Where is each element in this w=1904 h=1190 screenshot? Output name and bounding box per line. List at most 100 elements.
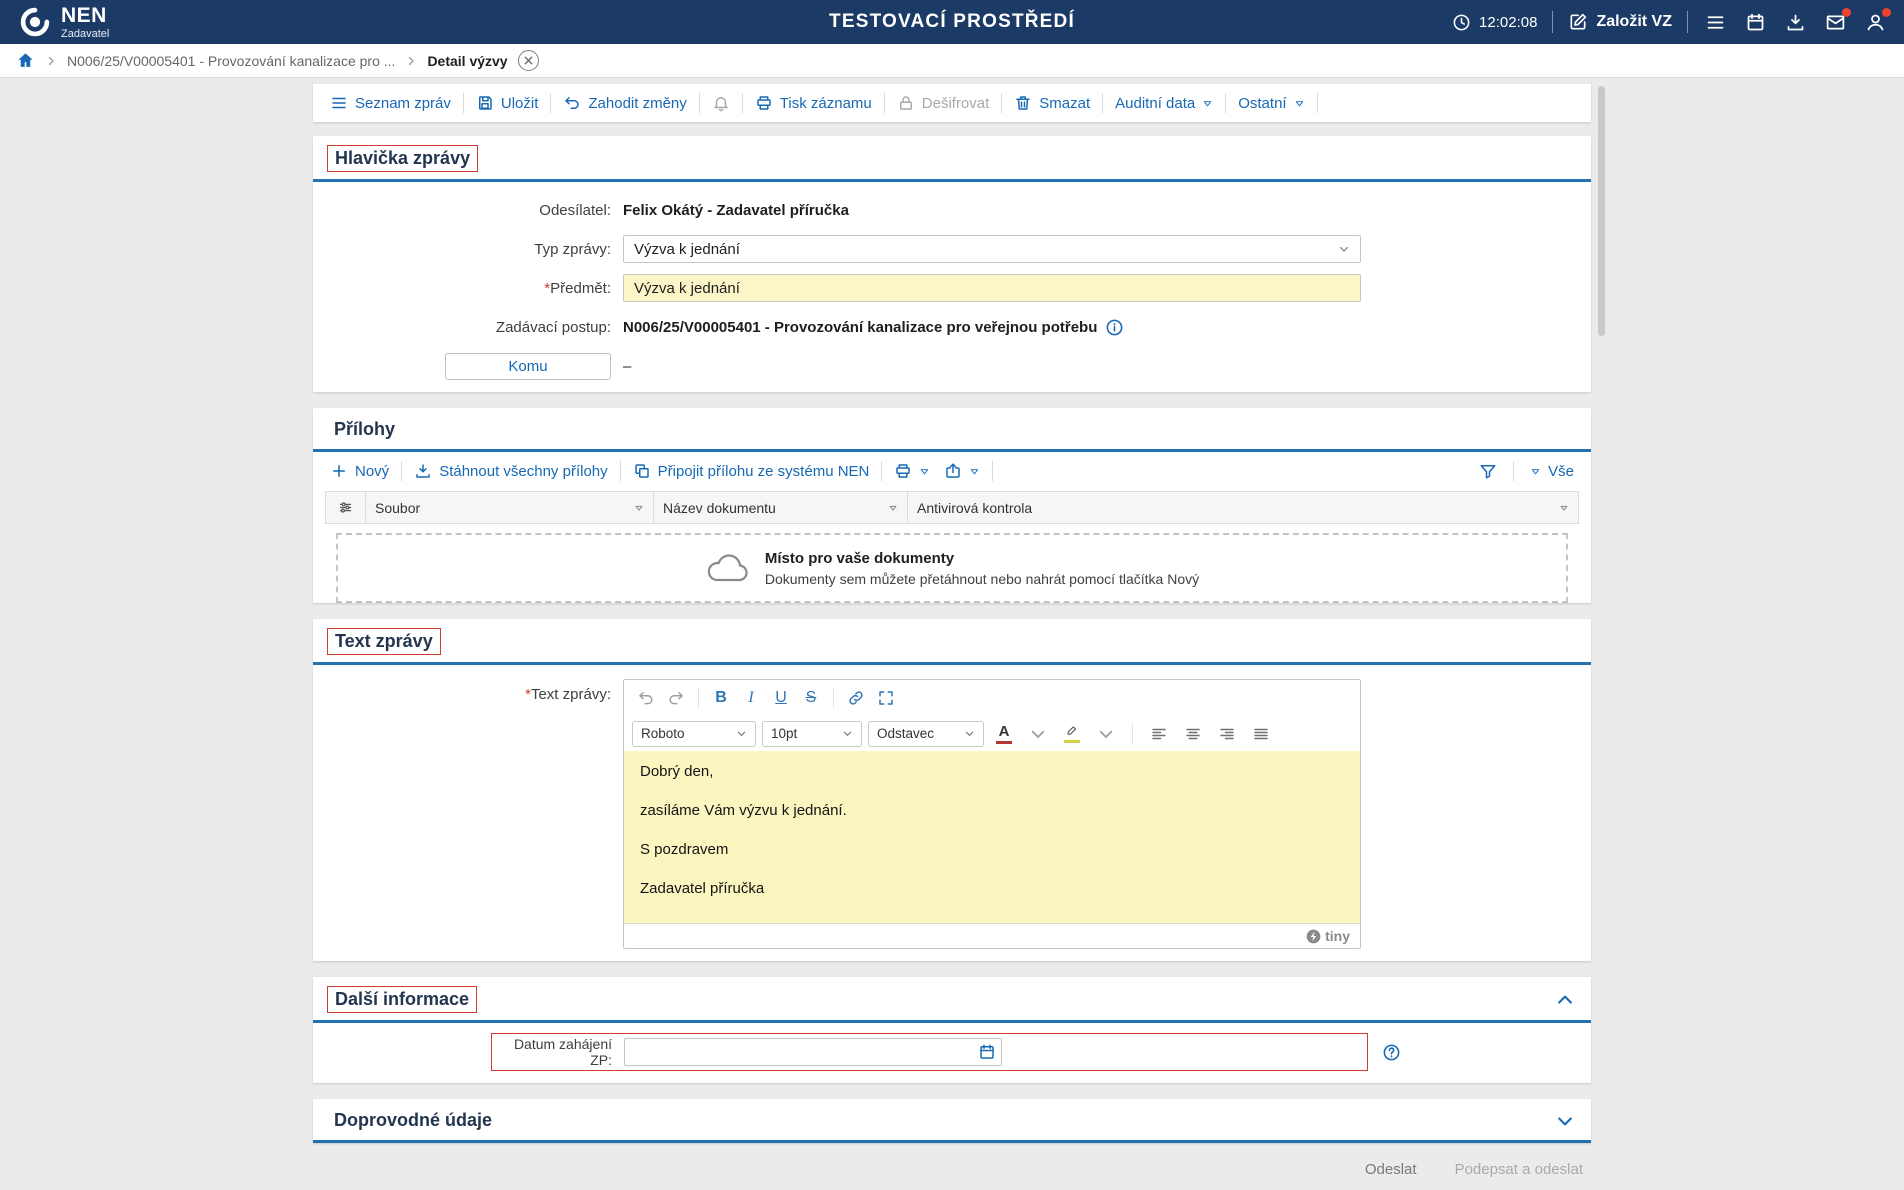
align-center-button[interactable] — [1179, 720, 1207, 747]
procedure-value: N006/25/V00005401 - Provozování kanaliza… — [623, 318, 1098, 336]
highlight-color-button[interactable] — [1058, 720, 1086, 747]
message-header-section: Hlavička zprávy Odesílatel: Felix Okátý … — [313, 136, 1591, 392]
align-justify-button[interactable] — [1247, 720, 1275, 747]
menu-button[interactable] — [1703, 10, 1728, 35]
attach-from-nen-button[interactable]: Připojit přílohu ze systému NEN — [626, 458, 877, 484]
message-header-body: Odesílatel: Felix Okátý - Zadavatel přír… — [313, 182, 1591, 392]
print-record-button[interactable]: Tisk záznamu — [748, 90, 879, 116]
recipients-button[interactable]: Komu — [445, 352, 611, 380]
chevron-right-icon — [45, 55, 57, 67]
share-icon — [944, 462, 962, 480]
send-button[interactable]: Odeslat — [1361, 1159, 1421, 1180]
download-all-button[interactable]: Stáhnout všechny přílohy — [407, 458, 614, 484]
block-format-select[interactable]: Odstavec — [868, 720, 984, 747]
font-family-select[interactable]: Roboto — [632, 720, 756, 747]
editor-toolbar-row2: Roboto 10pt Odstavec A — [624, 716, 1360, 751]
nen-brand[interactable]: NEN Zadavatel — [18, 5, 109, 40]
sign-and-send-button[interactable]: Podepsat a odeslat — [1451, 1159, 1587, 1180]
toolbar-separator — [1225, 93, 1227, 113]
decrypt-button[interactable]: Dešifrovat — [890, 90, 997, 116]
italic-button[interactable]: I — [737, 685, 765, 712]
create-vz-button[interactable]: Založit VZ — [1568, 12, 1672, 32]
export-attachments-button[interactable] — [937, 458, 987, 484]
expand-section-button[interactable] — [1553, 1109, 1577, 1133]
message-detail-page: Seznam zpráv Uložit Zahodit změny Tisk z… — [313, 84, 1591, 1180]
tinymce-brand[interactable]: tiny — [1306, 928, 1350, 944]
caret-down-icon — [1202, 98, 1213, 109]
strikethrough-button[interactable]: S — [797, 685, 825, 712]
message-type-select[interactable]: Výzva k jednání — [623, 235, 1361, 263]
section-header: Text zprávy — [313, 619, 1591, 665]
downloads-button[interactable] — [1783, 10, 1808, 35]
print-attachments-button[interactable] — [887, 458, 937, 484]
editor-undo-button[interactable] — [632, 685, 660, 712]
column-header-document-name[interactable]: Název dokumentu — [654, 492, 908, 523]
editor-redo-button[interactable] — [662, 685, 690, 712]
toolbar-separator — [883, 93, 885, 113]
procedure-info-button[interactable] — [1105, 318, 1124, 337]
message-text-section: Text zprávy *Text zprávy: B I U S Roboto… — [313, 619, 1591, 961]
calendar-button[interactable] — [1743, 10, 1768, 35]
sender-value: Felix Okátý - Zadavatel příručka — [623, 201, 849, 219]
attachments-dropzone[interactable]: Místo pro vaše dokumenty Dokumenty sem m… — [336, 533, 1568, 603]
date-picker-button[interactable] — [978, 1043, 996, 1061]
cloud-icon — [705, 552, 749, 584]
other-button[interactable]: Ostatní — [1231, 91, 1311, 116]
align-right-button[interactable] — [1213, 720, 1241, 747]
column-settings-header[interactable] — [326, 492, 366, 523]
column-settings-icon — [338, 500, 353, 515]
collapse-section-button[interactable] — [1553, 988, 1577, 1012]
topbar: NEN Zadavatel TESTOVACÍ PROSTŘEDÍ 12:02:… — [0, 0, 1904, 44]
fullscreen-button[interactable] — [872, 685, 900, 712]
show-all-button[interactable]: Vše — [1523, 459, 1581, 484]
audit-data-button[interactable]: Auditní data — [1108, 91, 1220, 116]
text-color-caret-button[interactable] — [1024, 720, 1052, 747]
breadcrumb-procedure[interactable]: N006/25/V00005401 - Provozování kanaliza… — [67, 53, 395, 69]
attachments-table-header: Soubor Název dokumentu Antivirová kontro… — [325, 491, 1579, 524]
home-button[interactable] — [16, 51, 35, 70]
discard-changes-button[interactable]: Zahodit změny — [556, 90, 693, 116]
editor-separator — [833, 688, 834, 708]
chevron-down-icon — [842, 728, 853, 739]
accompanying-data-section: Doprovodné údaje — [313, 1099, 1591, 1143]
messages-button[interactable] — [1823, 7, 1851, 35]
new-attachment-button[interactable]: Nový — [323, 458, 396, 484]
save-button[interactable]: Uložit — [469, 90, 546, 116]
link-button[interactable] — [842, 685, 870, 712]
editor-content[interactable]: Dobrý den, zasíláme Vám výzvu k jednání.… — [624, 751, 1360, 923]
caret-down-icon — [919, 466, 930, 477]
text-color-button[interactable]: A — [990, 720, 1018, 747]
message-list-button[interactable]: Seznam zpráv — [323, 90, 458, 116]
font-size-select[interactable]: 10pt — [762, 720, 862, 747]
user-button[interactable] — [1863, 7, 1891, 35]
bold-button[interactable]: B — [707, 685, 735, 712]
column-header-antivirus[interactable]: Antivirová kontrola — [908, 492, 1578, 523]
editor-paragraph: Zadavatel příručka — [640, 880, 765, 897]
subject-input[interactable] — [623, 274, 1361, 302]
highlight-caret-button[interactable] — [1092, 720, 1120, 747]
brand-subtitle: Zadavatel — [61, 27, 110, 40]
caret-down-icon — [1530, 466, 1541, 477]
toolbar-separator — [1001, 93, 1003, 113]
align-left-button[interactable] — [1145, 720, 1173, 747]
notification-button[interactable] — [705, 90, 737, 116]
editor-toolbar-row1: B I U S — [624, 680, 1360, 716]
toolbar-separator — [698, 93, 700, 113]
filter-caret-icon — [888, 503, 898, 513]
brand-name: NEN — [61, 3, 107, 27]
additional-info-section: Další informace Datum zahájení ZP: — [313, 977, 1591, 1083]
dropzone-title: Místo pro vaše dokumenty — [764, 549, 955, 567]
column-header-file[interactable]: Soubor — [366, 492, 654, 523]
filter-caret-icon — [1559, 503, 1569, 513]
underline-button[interactable]: U — [767, 685, 795, 712]
toolbar-separator — [550, 93, 552, 113]
start-date-input[interactable] — [633, 1043, 978, 1061]
nen-logo-icon — [18, 5, 52, 39]
close-tab-button[interactable] — [517, 50, 539, 71]
start-date-help-button[interactable] — [1382, 1043, 1401, 1062]
start-date-label: Datum zahájení ZP: — [513, 1036, 612, 1068]
scrollbar-thumb[interactable] — [1598, 86, 1605, 336]
delete-button[interactable]: Smazat — [1007, 90, 1097, 116]
align-right-icon — [1218, 725, 1236, 743]
filter-button[interactable] — [1472, 458, 1504, 484]
